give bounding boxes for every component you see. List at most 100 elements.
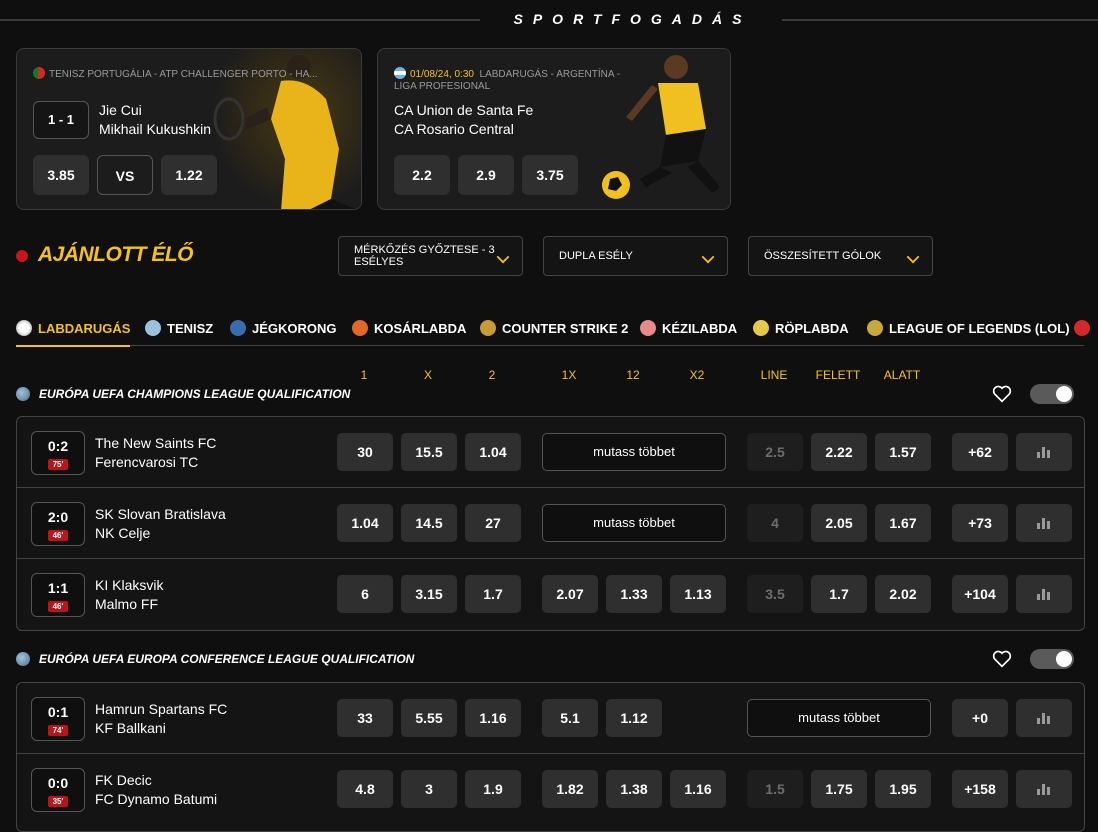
- score: 1:1: [47, 580, 69, 596]
- tab-tennis[interactable]: TENISZ: [145, 312, 213, 344]
- portugal-flag-icon: [33, 67, 45, 79]
- promo-card-tennis[interactable]: TENISZ PORTUGÁLIA - ATP CHALLENGER PORTO…: [16, 48, 362, 210]
- tab-more[interactable]: [1074, 312, 1090, 344]
- odd-2[interactable]: 1.7: [465, 575, 521, 613]
- tab-label: LEAGUE OF LEGENDS (LOL): [889, 320, 1070, 336]
- table-row[interactable]: 0:2 75' The New Saints FC Ferencvarosi TC…: [17, 417, 1084, 488]
- show-more-button[interactable]: mutass többet: [542, 504, 726, 542]
- odd-under[interactable]: 2.02: [875, 575, 931, 613]
- league-name: EURÓPA UEFA CHAMPIONS LEAGUE QUALIFICATI…: [39, 387, 351, 401]
- odd-12[interactable]: 1.38: [606, 770, 662, 808]
- show-more-button[interactable]: mutass többet: [542, 433, 726, 471]
- more-markets-button[interactable]: +73: [952, 504, 1008, 542]
- stats-button[interactable]: [1016, 433, 1072, 471]
- argentina-flag-icon: [394, 67, 406, 79]
- tab-counter-strike[interactable]: COUNTER STRIKE 2: [480, 312, 628, 344]
- heart-icon[interactable]: [992, 650, 1012, 668]
- market-dropdown-double-chance[interactable]: DUPLA ESÉLY: [543, 236, 728, 276]
- column-header-2: 2: [488, 368, 496, 382]
- odd-x[interactable]: 3: [401, 770, 457, 808]
- promo-odd-home[interactable]: 2.2: [394, 155, 450, 195]
- tab-ice-hockey[interactable]: JÉGKORONG: [230, 312, 337, 344]
- tab-handball[interactable]: KÉZILABDA: [640, 312, 737, 344]
- odd-x2[interactable]: 1.13: [670, 575, 726, 613]
- odd-x[interactable]: 5.55: [401, 699, 457, 737]
- promo-card-football[interactable]: 01/08/24, 0:30 LABDARUGÁS - ARGENTÍNA - …: [377, 48, 731, 210]
- tab-label: TENISZ: [167, 320, 214, 336]
- tab-label: KOSÁRLABDA: [374, 320, 467, 336]
- odd-2[interactable]: 1.16: [465, 699, 521, 737]
- tab-football[interactable]: LABDARUGÁS: [16, 312, 131, 347]
- table-row[interactable]: 1:1 46' KI Klaksvik Malmo FF 6 3.15 1.7 2…: [17, 559, 1084, 630]
- odd-under[interactable]: 1.57: [875, 433, 931, 471]
- home-team: The New Saints FC: [95, 435, 217, 451]
- match-minute: 46': [47, 530, 69, 541]
- chevron-down-icon: [906, 250, 920, 264]
- live-score: 2:0 46': [31, 502, 85, 546]
- table-row[interactable]: 0:0 35' FK Decic FC Dynamo Batumi 4.8 3 1…: [17, 754, 1084, 825]
- odd-2[interactable]: 1.9: [465, 770, 521, 808]
- odd-x2[interactable]: 1.16: [670, 770, 726, 808]
- stats-button[interactable]: [1016, 504, 1072, 542]
- promo-odd-draw[interactable]: 2.9: [458, 155, 514, 195]
- odd-over[interactable]: 2.05: [811, 504, 867, 542]
- market-dropdown-total-goals[interactable]: ÖSSZESÍTETT GÓLOK: [748, 236, 933, 276]
- more-sports-icon: [1074, 320, 1090, 336]
- more-markets-button[interactable]: +158: [952, 770, 1008, 808]
- globe-icon: [16, 652, 30, 666]
- match-minute: 75': [47, 459, 69, 470]
- promo-odd-home[interactable]: 3.85: [33, 155, 89, 195]
- more-markets-button[interactable]: +104: [952, 575, 1008, 613]
- stats-button[interactable]: [1016, 575, 1072, 613]
- odd-1[interactable]: 4.8: [337, 770, 393, 808]
- live-score: 0:0 35': [31, 768, 85, 812]
- page-header: SPORTFOGADÁS: [0, 10, 1098, 30]
- odd-under[interactable]: 1.67: [875, 504, 931, 542]
- odd-x[interactable]: 15.5: [401, 433, 457, 471]
- tab-league-of-legends[interactable]: LEAGUE OF LEGENDS (LOL): [867, 312, 1070, 344]
- table-row[interactable]: 0:1 74' Hamrun Spartans FC KF Ballkani 33…: [17, 683, 1084, 754]
- tab-label: COUNTER STRIKE 2: [502, 320, 629, 336]
- odd-1[interactable]: 6: [337, 575, 393, 613]
- column-header-under: ALATT: [883, 368, 921, 382]
- odd-over[interactable]: 1.7: [811, 575, 867, 613]
- odd-12[interactable]: 1.12: [606, 699, 662, 737]
- show-more-button[interactable]: mutass többet: [747, 699, 931, 737]
- odd-1[interactable]: 33: [337, 699, 393, 737]
- odd-over[interactable]: 2.22: [811, 433, 867, 471]
- odd-2[interactable]: 27: [465, 504, 521, 542]
- odd-12[interactable]: 1.33: [606, 575, 662, 613]
- dropdown-label: DUPLA ESÉLY: [559, 250, 633, 262]
- tab-volleyball[interactable]: RÖPLABDA: [753, 312, 849, 344]
- league-toggle[interactable]: [1030, 649, 1074, 669]
- table-row[interactable]: 2:0 46' SK Slovan Bratislava NK Celje 1.0…: [17, 488, 1084, 559]
- odd-1x[interactable]: 5.1: [542, 699, 598, 737]
- live-dot-icon: [16, 250, 28, 262]
- featured-live-title: AJÁNLOTT ÉLŐ: [38, 243, 194, 266]
- volleyball-icon: [753, 320, 769, 336]
- stats-button[interactable]: [1016, 770, 1072, 808]
- odd-over[interactable]: 1.75: [811, 770, 867, 808]
- promo-odd-away[interactable]: 3.75: [522, 155, 578, 195]
- globe-icon: [16, 387, 30, 401]
- market-dropdown-1x2[interactable]: MÉRKŐZÉS GYŐZTESE - 3 ESÉLYES: [338, 236, 523, 276]
- odd-1x[interactable]: 1.82: [542, 770, 598, 808]
- tab-label: KÉZILABDA: [662, 320, 738, 336]
- column-header-x2: X2: [689, 368, 705, 382]
- stats-button[interactable]: [1016, 699, 1072, 737]
- odd-under[interactable]: 1.95: [875, 770, 931, 808]
- tab-basketball[interactable]: KOSÁRLABDA: [352, 312, 466, 344]
- heart-icon[interactable]: [992, 385, 1012, 403]
- league-toggle[interactable]: [1030, 384, 1074, 404]
- tab-label: JÉGKORONG: [252, 320, 337, 336]
- odd-x[interactable]: 3.15: [401, 575, 457, 613]
- odd-2[interactable]: 1.04: [465, 433, 521, 471]
- promo-odd-away[interactable]: 1.22: [161, 155, 217, 195]
- more-markets-button[interactable]: +0: [952, 699, 1008, 737]
- more-markets-button[interactable]: +62: [952, 433, 1008, 471]
- odd-1[interactable]: 1.04: [337, 504, 393, 542]
- odd-1[interactable]: 30: [337, 433, 393, 471]
- promo-away-team: Mikhail Kukushkin: [99, 121, 212, 137]
- odd-x[interactable]: 14.5: [401, 504, 457, 542]
- odd-1x[interactable]: 2.07: [542, 575, 598, 613]
